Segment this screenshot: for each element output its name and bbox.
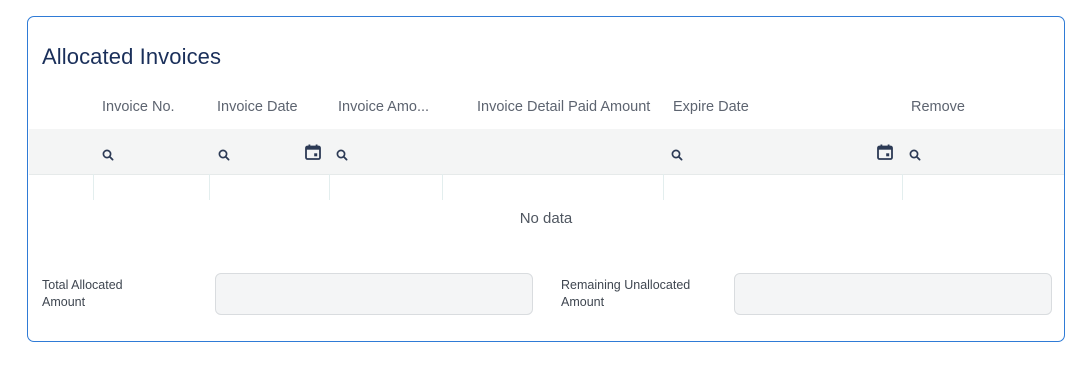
- column-header-expire-date[interactable]: Expire Date: [673, 99, 749, 115]
- panel-title: Allocated Invoices: [42, 44, 222, 69]
- search-icon[interactable]: [908, 148, 922, 162]
- column-divider: [209, 174, 210, 200]
- allocated-invoices-panel: Allocated Invoices Invoice No. Invoice D…: [27, 16, 1065, 342]
- remaining-unallocated-amount-label: Remaining Unallocated Amount: [561, 278, 691, 309]
- calendar-icon[interactable]: [304, 143, 322, 161]
- remaining-unallocated-amount-field[interactable]: [734, 273, 1052, 315]
- column-divider: [93, 174, 94, 200]
- column-header-invoice-date[interactable]: Invoice Date: [217, 99, 298, 115]
- column-header-remove[interactable]: Remove: [911, 99, 965, 115]
- total-allocated-amount-field[interactable]: [215, 273, 533, 315]
- empty-state-text: No data: [519, 210, 573, 227]
- column-divider: [442, 174, 443, 200]
- column-divider: [663, 174, 664, 200]
- search-icon[interactable]: [217, 148, 231, 162]
- column-header-invoice-amount[interactable]: Invoice Amo...: [338, 99, 429, 115]
- search-icon[interactable]: [101, 148, 115, 162]
- search-icon[interactable]: [335, 148, 349, 162]
- column-header-invoice-no[interactable]: Invoice No.: [102, 99, 175, 115]
- search-icon[interactable]: [670, 148, 684, 162]
- total-allocated-amount-label: Total Allocated Amount: [42, 278, 123, 309]
- column-divider: [329, 174, 330, 200]
- calendar-icon[interactable]: [876, 143, 894, 161]
- column-divider: [902, 174, 903, 200]
- column-header-invoice-detail-paid-amount[interactable]: Invoice Detail Paid Amount: [477, 99, 650, 115]
